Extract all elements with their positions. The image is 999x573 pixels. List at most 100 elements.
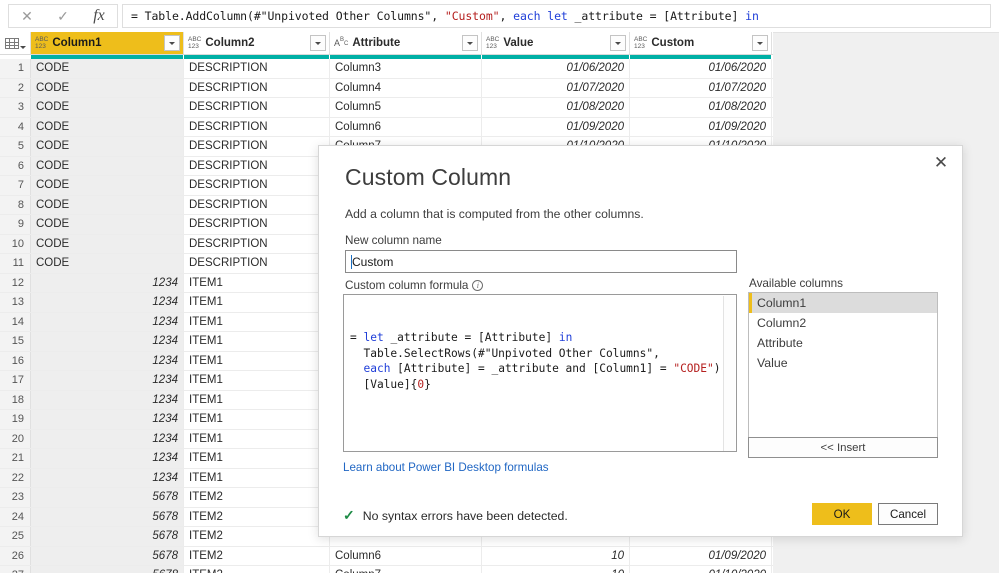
- table-cell[interactable]: Column3: [330, 59, 482, 78]
- table-cell[interactable]: 5678: [31, 527, 184, 546]
- table-cell[interactable]: ITEM1: [184, 449, 330, 468]
- table-cell[interactable]: 1234: [31, 332, 184, 351]
- table-cell[interactable]: DESCRIPTION: [184, 195, 330, 214]
- table-cell[interactable]: DESCRIPTION: [184, 234, 330, 253]
- table-cell[interactable]: 01/08/2020: [630, 98, 772, 117]
- table-cell[interactable]: 1234: [31, 468, 184, 487]
- table-cell[interactable]: 1234: [31, 410, 184, 429]
- table-row[interactable]: 2 CODE DESCRIPTION Column4 01/07/2020 01/07/2…: [0, 78, 773, 98]
- table-cell[interactable]: 1234: [31, 371, 184, 390]
- fx-icon[interactable]: fx: [81, 5, 117, 27]
- table-cell[interactable]: 5678: [31, 566, 184, 573]
- table-cell[interactable]: ITEM1: [184, 312, 330, 331]
- column-filter-dropdown-icon[interactable]: [164, 35, 180, 51]
- table-cell[interactable]: 01/06/2020: [482, 59, 630, 78]
- column-header-value[interactable]: ABC 123 Value: [482, 32, 630, 54]
- table-cell[interactable]: CODE: [31, 195, 184, 214]
- table-cell[interactable]: 10: [482, 566, 630, 573]
- table-row[interactable]: 26 5678 ITEM2 Column6 10 01/09/2020: [0, 546, 773, 566]
- table-cell[interactable]: 1234: [31, 429, 184, 448]
- available-column-item[interactable]: Value: [749, 353, 937, 373]
- table-cell[interactable]: ITEM1: [184, 429, 330, 448]
- close-icon[interactable]: ✕: [926, 150, 956, 176]
- table-cell[interactable]: CODE: [31, 215, 184, 234]
- table-cell[interactable]: CODE: [31, 254, 184, 273]
- table-cell[interactable]: DESCRIPTION: [184, 176, 330, 195]
- column-filter-dropdown-icon[interactable]: [752, 35, 768, 51]
- table-cell[interactable]: Column7: [330, 566, 482, 573]
- table-cell[interactable]: 01/10/2020: [630, 566, 772, 573]
- table-cell[interactable]: DESCRIPTION: [184, 59, 330, 78]
- table-cell[interactable]: 5678: [31, 488, 184, 507]
- table-cell[interactable]: DESCRIPTION: [184, 156, 330, 175]
- table-cell[interactable]: 01/09/2020: [482, 117, 630, 136]
- table-cell[interactable]: ITEM1: [184, 293, 330, 312]
- table-cell[interactable]: 01/08/2020: [482, 98, 630, 117]
- table-cell[interactable]: ITEM1: [184, 468, 330, 487]
- table-cell[interactable]: Column6: [330, 546, 482, 565]
- custom-column-formula-editor[interactable]: = let _attribute = [Attribute] in Table.…: [343, 294, 737, 452]
- table-cell[interactable]: ITEM1: [184, 351, 330, 370]
- table-cell[interactable]: 1234: [31, 351, 184, 370]
- available-column-item[interactable]: Column2: [749, 313, 937, 333]
- table-cell[interactable]: ITEM1: [184, 273, 330, 292]
- table-cell[interactable]: Column6: [330, 117, 482, 136]
- table-cell[interactable]: DESCRIPTION: [184, 254, 330, 273]
- column-filter-dropdown-icon[interactable]: [462, 35, 478, 51]
- table-cell[interactable]: 1234: [31, 293, 184, 312]
- table-cell[interactable]: CODE: [31, 98, 184, 117]
- table-cell[interactable]: ITEM1: [184, 410, 330, 429]
- table-cell[interactable]: CODE: [31, 59, 184, 78]
- table-cell[interactable]: CODE: [31, 176, 184, 195]
- table-cell[interactable]: 1234: [31, 449, 184, 468]
- table-cell[interactable]: 01/09/2020: [630, 117, 772, 136]
- table-cell[interactable]: 01/07/2020: [630, 78, 772, 97]
- table-cell[interactable]: 01/06/2020: [630, 59, 772, 78]
- table-cell[interactable]: DESCRIPTION: [184, 78, 330, 97]
- table-cell[interactable]: Column5: [330, 98, 482, 117]
- table-cell[interactable]: 1234: [31, 312, 184, 331]
- table-cell[interactable]: ITEM2: [184, 546, 330, 565]
- check-icon[interactable]: ✓: [45, 5, 81, 27]
- table-cell[interactable]: 01/07/2020: [482, 78, 630, 97]
- close-icon[interactable]: ✕: [9, 5, 45, 27]
- table-cell[interactable]: 01/09/2020: [630, 546, 772, 565]
- table-cell[interactable]: CODE: [31, 117, 184, 136]
- table-cell[interactable]: 5678: [31, 507, 184, 526]
- learn-formulas-link[interactable]: Learn about Power BI Desktop formulas: [343, 461, 549, 474]
- available-columns-list[interactable]: Column1 Column2 Attribute Value: [748, 292, 938, 440]
- table-row[interactable]: 1 CODE DESCRIPTION Column3 01/06/2020 01/06/2…: [0, 59, 773, 79]
- table-cell[interactable]: Column4: [330, 78, 482, 97]
- table-cell[interactable]: ITEM2: [184, 527, 330, 546]
- table-cell[interactable]: DESCRIPTION: [184, 117, 330, 136]
- table-cell[interactable]: CODE: [31, 78, 184, 97]
- column-header-column1[interactable]: ABC 123 Column1: [31, 32, 184, 54]
- table-row[interactable]: 4 CODE DESCRIPTION Column6 01/09/2020 01/09/2…: [0, 117, 773, 137]
- table-cell[interactable]: 1234: [31, 273, 184, 292]
- formula-input[interactable]: = Table.AddColumn(#"Unpivoted Other Colu…: [122, 4, 991, 28]
- ok-button[interactable]: OK: [812, 503, 872, 525]
- column-header-custom[interactable]: ABC 123 Custom: [630, 32, 772, 54]
- table-cell[interactable]: ITEM2: [184, 566, 330, 573]
- column-filter-dropdown-icon[interactable]: [310, 35, 326, 51]
- table-cell[interactable]: CODE: [31, 234, 184, 253]
- table-cell[interactable]: ITEM2: [184, 488, 330, 507]
- table-cell[interactable]: 5678: [31, 546, 184, 565]
- table-cell[interactable]: 1234: [31, 390, 184, 409]
- column-header-attribute[interactable]: A B C Attribute: [330, 32, 482, 54]
- available-column-item[interactable]: Column1: [749, 293, 937, 313]
- table-cell[interactable]: ITEM1: [184, 390, 330, 409]
- formula-scrollbar[interactable]: [723, 296, 735, 451]
- table-cell[interactable]: 10: [482, 546, 630, 565]
- table-cell[interactable]: ITEM1: [184, 371, 330, 390]
- info-icon[interactable]: i: [472, 280, 484, 291]
- table-cell[interactable]: ITEM1: [184, 332, 330, 351]
- table-cell[interactable]: CODE: [31, 137, 184, 156]
- insert-button[interactable]: << Insert: [748, 437, 938, 458]
- table-cell[interactable]: CODE: [31, 156, 184, 175]
- table-cell[interactable]: DESCRIPTION: [184, 137, 330, 156]
- table-row[interactable]: 275678ITEM2Column71001/10/2020: [0, 566, 773, 573]
- column-header-column2[interactable]: ABC 123 Column2: [184, 32, 330, 54]
- cancel-button[interactable]: Cancel: [878, 503, 938, 525]
- new-column-name-input[interactable]: Custom: [345, 250, 737, 273]
